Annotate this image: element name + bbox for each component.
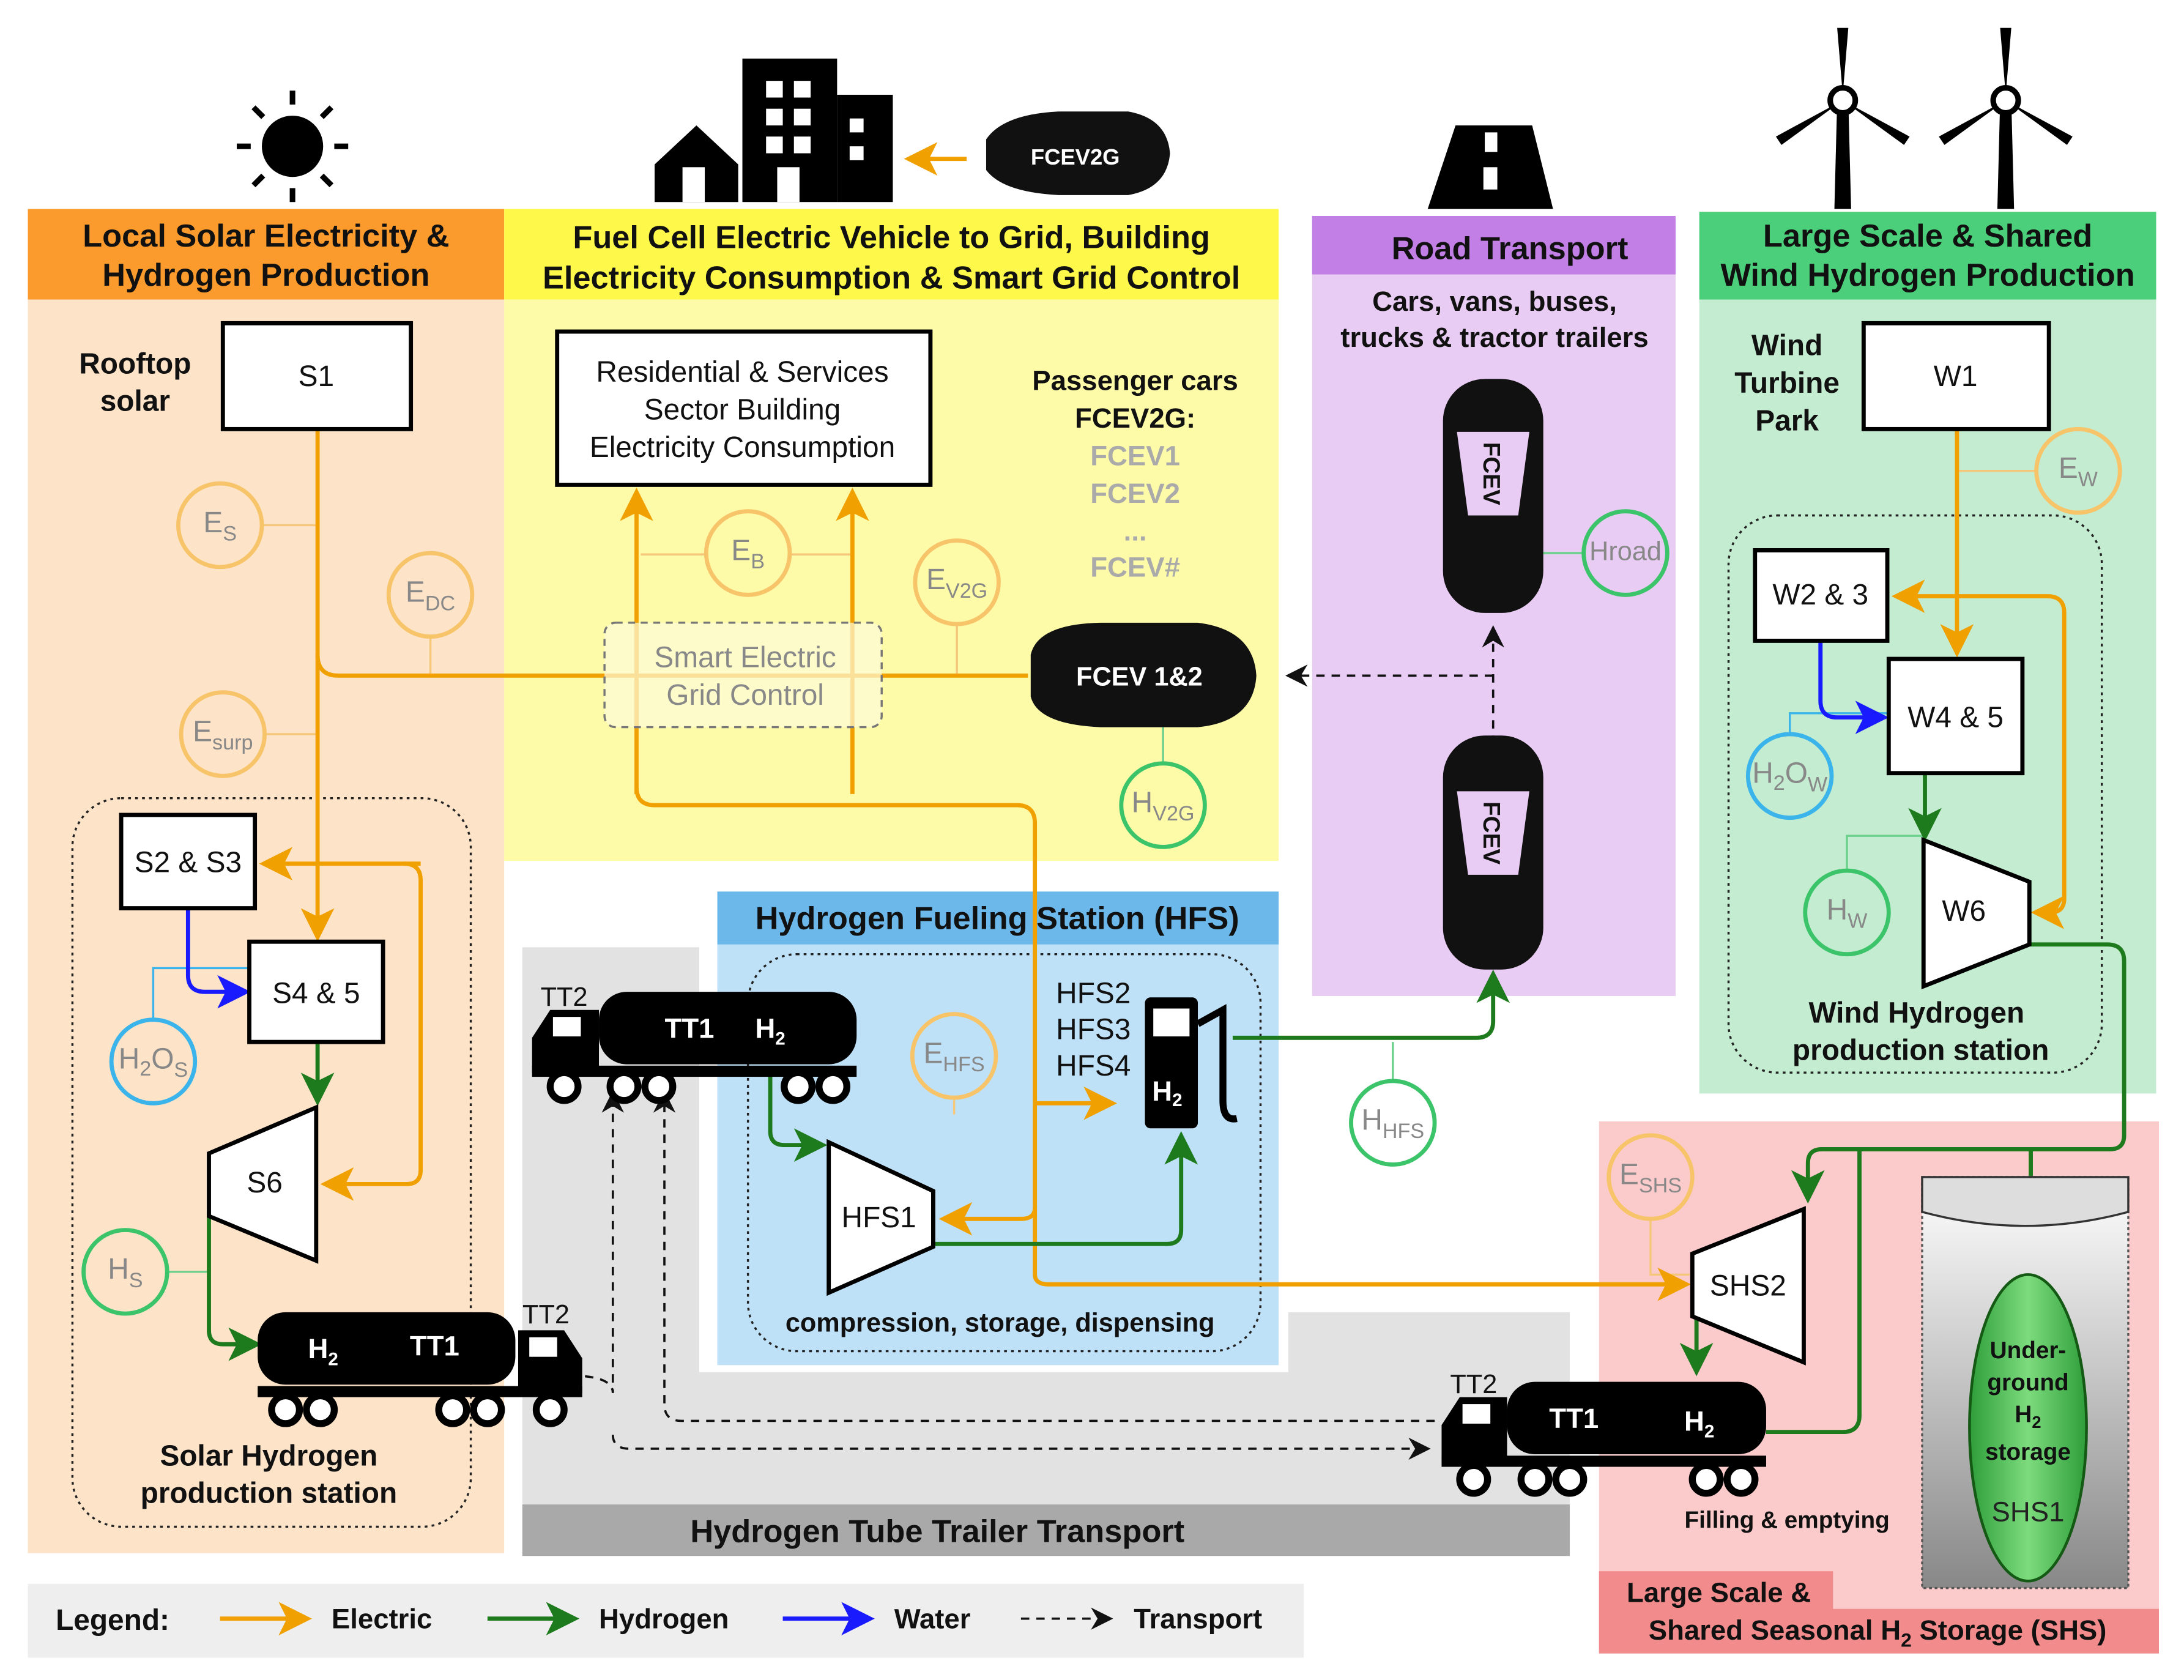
svg-text:S1: S1 bbox=[299, 360, 334, 393]
underground-storage-shs1[interactable]: Under-ground H2 storage SHS1 bbox=[1921, 1176, 2130, 1589]
svg-text:Grid Control: Grid Control bbox=[666, 679, 824, 712]
svg-text:W2 & 3: W2 & 3 bbox=[1772, 579, 1868, 611]
legend: Legend: Electric Hydrogen Water Transpor… bbox=[28, 1583, 1304, 1658]
svg-text:W1: W1 bbox=[1934, 360, 1978, 393]
variable-hhfs: HHFS bbox=[1349, 1079, 1437, 1167]
legend-hydrogen: Hydrogen bbox=[599, 1604, 729, 1635]
hydrogen-system-diagram: Hydrogen Tube Trailer Transport Local So… bbox=[28, 28, 2160, 1658]
svg-text:FCEV1: FCEV1 bbox=[1090, 440, 1180, 472]
road-title: Road Transport bbox=[1392, 231, 1629, 267]
svg-text:Park: Park bbox=[1755, 405, 1819, 437]
hfs-caption: compression, storage, dispensing bbox=[786, 1309, 1215, 1338]
car-icon: FCEV2G bbox=[986, 111, 1170, 195]
smart-grid-control[interactable]: Smart Electric Grid Control bbox=[603, 622, 883, 729]
svg-text:W6: W6 bbox=[1942, 895, 1986, 927]
road-icon bbox=[1427, 125, 1553, 209]
svg-text:Passenger cars: Passenger cars bbox=[1032, 365, 1238, 396]
svg-text:HFS1: HFS1 bbox=[842, 1202, 916, 1234]
hfs-units-label: HFS2 HFS3 HFS4 bbox=[1056, 977, 1131, 1082]
buildings-icon bbox=[655, 58, 893, 203]
svg-text:TT1: TT1 bbox=[665, 1013, 715, 1044]
rooftop-solar-label: Rooftop bbox=[79, 348, 191, 380]
svg-text:solar: solar bbox=[100, 385, 170, 418]
building-consumption-box[interactable]: Residential & Services Sector Building Ele… bbox=[555, 329, 933, 487]
svg-text:TT1: TT1 bbox=[1549, 1403, 1599, 1434]
hfs-section: Hydrogen Fueling Station (HFS) bbox=[717, 891, 1279, 1366]
svg-text:Under-: Under- bbox=[1990, 1337, 2067, 1364]
svg-text:HFS2: HFS2 bbox=[1056, 977, 1131, 1009]
wind-station-label: Wind Hydrogen bbox=[1808, 997, 2024, 1029]
svg-text:production station: production station bbox=[1792, 1035, 2049, 1067]
svg-text:FCEV: FCEV bbox=[1478, 442, 1504, 505]
legend-electric: Electric bbox=[332, 1604, 432, 1635]
node-s1[interactable]: S1 bbox=[220, 321, 414, 431]
svg-text:W4 & 5: W4 & 5 bbox=[1907, 702, 2004, 734]
svg-text:FCEV#: FCEV# bbox=[1090, 552, 1180, 583]
svg-text:Cars, vans, buses,: Cars, vans, buses, bbox=[1372, 286, 1617, 317]
svg-text:S4 & 5: S4 & 5 bbox=[272, 977, 360, 1009]
svg-text:storage: storage bbox=[1985, 1439, 2071, 1465]
svg-text:HFS4: HFS4 bbox=[1056, 1050, 1131, 1082]
wind-title: Large Scale & Shared bbox=[1763, 218, 2092, 254]
svg-text:Shared Seasonal H2 Storage (SH: Shared Seasonal H2 Storage (SHS) bbox=[1649, 1615, 2107, 1651]
sun-icon bbox=[237, 91, 349, 203]
svg-text:S2 & S3: S2 & S3 bbox=[135, 846, 242, 879]
svg-text:production station: production station bbox=[141, 1477, 398, 1510]
node-w2-3[interactable]: W2 & 3 bbox=[1753, 548, 1890, 643]
fuel-pump-icon[interactable]: H2 bbox=[1145, 997, 1238, 1129]
svg-text:SHS1: SHS1 bbox=[1992, 1496, 2065, 1527]
node-w4-5[interactable]: W4 & 5 bbox=[1886, 656, 2025, 776]
svg-text:HHFS: HHFS bbox=[1361, 1104, 1424, 1143]
filling-emptying-label: Filling & emptying bbox=[1684, 1507, 1889, 1534]
solar-title: Local Solar Electricity & bbox=[83, 218, 449, 254]
fcev-1-2-car[interactable]: FCEV 1&2 bbox=[1030, 622, 1257, 727]
svg-text:ground: ground bbox=[1987, 1369, 2068, 1396]
svg-text:TT2: TT2 bbox=[522, 1300, 570, 1329]
legend-transport: Transport bbox=[1134, 1604, 1262, 1635]
node-s4-5[interactable]: S4 & 5 bbox=[247, 939, 385, 1044]
svg-text:Legend:: Legend: bbox=[56, 1604, 169, 1637]
road-fcev-car-bottom[interactable]: FCEV bbox=[1443, 735, 1543, 970]
svg-text:HFS3: HFS3 bbox=[1056, 1014, 1131, 1046]
svg-text:TT2: TT2 bbox=[1450, 1370, 1497, 1399]
node-w1[interactable]: W1 bbox=[1861, 321, 2051, 431]
svg-text:S6: S6 bbox=[247, 1167, 282, 1199]
road-fcev-car-top[interactable]: FCEV bbox=[1443, 379, 1543, 613]
svg-text:FCEV2G:: FCEV2G: bbox=[1075, 403, 1195, 434]
solar-station-label: Solar Hydrogen bbox=[160, 1440, 377, 1472]
svg-text:TT1: TT1 bbox=[410, 1330, 459, 1361]
svg-text:FCEV2: FCEV2 bbox=[1090, 478, 1180, 509]
node-s2-s3[interactable]: S2 & S3 bbox=[119, 812, 258, 910]
svg-text:Hroad: Hroad bbox=[1589, 537, 1662, 566]
svg-text:Hydrogen Production: Hydrogen Production bbox=[102, 258, 429, 293]
hfs-title: Hydrogen Fueling Station (HFS) bbox=[756, 901, 1239, 937]
svg-text:TT2: TT2 bbox=[541, 983, 588, 1012]
svg-text:Residential & Services: Residential & Services bbox=[596, 356, 888, 388]
svg-text:FCEV 1&2: FCEV 1&2 bbox=[1076, 662, 1203, 691]
svg-text:Smart Electric: Smart Electric bbox=[654, 642, 836, 674]
svg-text:SHS2: SHS2 bbox=[1710, 1270, 1786, 1303]
svg-text:FCEV: FCEV bbox=[1478, 801, 1504, 864]
svg-text:Electricity Consumption: Electricity Consumption bbox=[590, 431, 895, 464]
svg-text:FCEV2G: FCEV2G bbox=[1031, 144, 1120, 169]
svg-text:...: ... bbox=[1124, 515, 1147, 546]
legend-water: Water bbox=[894, 1604, 971, 1635]
svg-text:Turbine: Turbine bbox=[1734, 367, 1840, 400]
svg-text:Electricity Consumption & Smar: Electricity Consumption & Smart Grid Con… bbox=[543, 260, 1240, 295]
svg-text:Wind: Wind bbox=[1751, 330, 1822, 362]
svg-text:trucks & tractor trailers: trucks & tractor trailers bbox=[1340, 322, 1648, 353]
shs-title: Large Scale & bbox=[1627, 1577, 1811, 1608]
svg-text:Sector Building: Sector Building bbox=[644, 393, 841, 426]
v2g-title: Fuel Cell Electric Vehicle to Grid, Buil… bbox=[573, 220, 1210, 255]
svg-text:Wind Hydrogen Production: Wind Hydrogen Production bbox=[1720, 258, 2134, 293]
wind-turbine-icon bbox=[1775, 28, 2073, 209]
tube-trailer-title: Hydrogen Tube Trailer Transport bbox=[690, 1514, 1184, 1550]
